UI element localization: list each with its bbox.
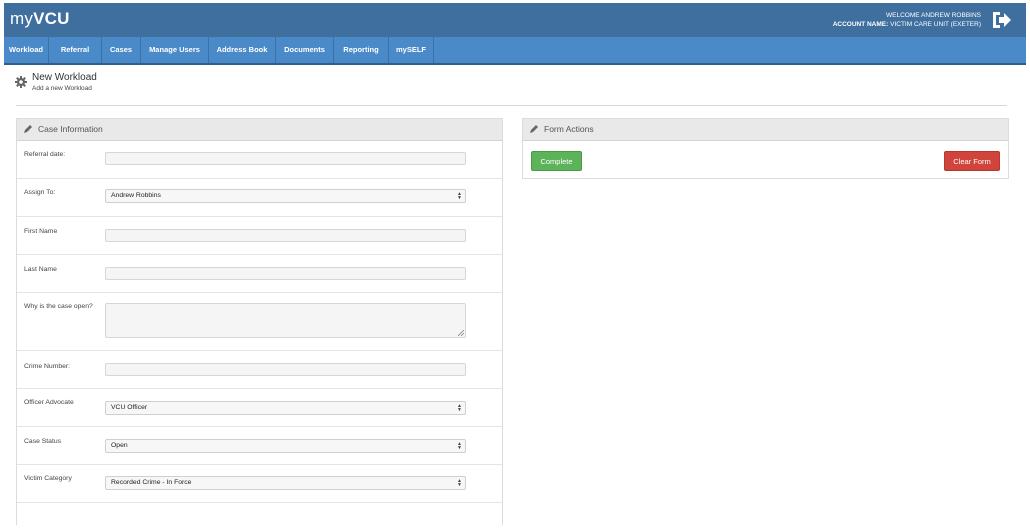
form-row-crime-number: Crime Number:	[17, 351, 502, 389]
referral-date-input[interactable]	[105, 152, 466, 165]
form-row-victim-category: Victim Category Recorded Crime - In Forc…	[17, 465, 502, 503]
referral-date-label: Referral date:	[24, 151, 66, 158]
account-label: ACCOUNT NAME:	[832, 21, 889, 28]
assign-to-label: Assign To:	[24, 189, 56, 196]
first-name-input[interactable]	[105, 229, 466, 242]
welcome-block: WELCOME ANDREW ROBBINS ACCOUNT NAME: VIC…	[833, 11, 981, 29]
pencil-icon	[530, 125, 538, 133]
first-name-label: First Name	[24, 228, 58, 235]
account-line: ACCOUNT NAME: VICTIM CARE UNIT (EXETER)	[833, 20, 981, 29]
form-actions-panel: Form Actions Complete Clear Form	[522, 118, 1009, 179]
nav-item-manage-users[interactable]: Manage Users	[141, 37, 209, 63]
nav-item-documents[interactable]: Documents	[276, 37, 334, 63]
form-actions-header: Form Actions	[523, 119, 1008, 141]
resize-grip-icon[interactable]	[458, 330, 464, 336]
nav-item-myself[interactable]: mySELF	[389, 37, 434, 63]
main-nav: Workload Referral Cases Manage Users Add…	[4, 37, 1026, 65]
case-status-label: Case Status	[24, 438, 62, 445]
logout-icon[interactable]	[990, 10, 1012, 30]
nav-item-referral[interactable]: Referral	[49, 37, 102, 63]
last-name-label: Last Name	[24, 266, 57, 273]
case-information-title: Case Information	[38, 124, 103, 134]
form-row-assign-to: Assign To: Andrew Robbins ▲ ▼	[17, 179, 502, 217]
select-arrows-icon: ▲ ▼	[457, 478, 462, 488]
case-information-header: Case Information	[17, 119, 502, 141]
case-status-select[interactable]: Open ▲ ▼	[105, 439, 466, 453]
form-row-case-status: Case Status Open ▲ ▼	[17, 427, 502, 465]
nav-item-address-book[interactable]: Address Book	[209, 37, 276, 63]
case-status-value: Open	[111, 442, 128, 449]
select-arrows-icon: ▲ ▼	[457, 191, 462, 201]
assign-to-value: Andrew Robbins	[111, 192, 161, 199]
nav-item-cases[interactable]: Cases	[102, 37, 141, 63]
nav-item-reporting[interactable]: Reporting	[334, 37, 389, 63]
crime-number-label: Crime Number:	[24, 363, 71, 370]
crime-number-input[interactable]	[105, 363, 466, 376]
logo-bold: VCU	[33, 9, 70, 28]
welcome-text: WELCOME ANDREW ROBBINS	[886, 12, 981, 19]
select-arrows-icon: ▲ ▼	[457, 403, 462, 413]
officer-advocate-label: Officer Advocate	[24, 399, 74, 406]
page-title: New Workload	[32, 72, 97, 83]
last-name-input[interactable]	[105, 267, 466, 280]
why-open-textarea[interactable]	[105, 303, 466, 338]
app-logo[interactable]: myVCU	[10, 9, 70, 29]
logo-prefix: my	[10, 9, 34, 28]
account-value: VICTIM CARE UNIT (EXETER)	[890, 21, 981, 28]
form-actions-title: Form Actions	[544, 124, 594, 134]
assign-to-select[interactable]: Andrew Robbins ▲ ▼	[105, 189, 466, 203]
victim-category-value: Recorded Crime - In Force	[111, 479, 192, 486]
form-row-last-name: Last Name	[17, 255, 502, 293]
header-divider	[16, 105, 1007, 106]
app-window: myVCU WELCOME ANDREW ROBBINS ACCOUNT NAM…	[4, 3, 1026, 525]
page-subtitle: Add a new Workload	[32, 85, 92, 92]
why-open-label: Why is the case open?	[24, 303, 93, 310]
gear-icon	[15, 76, 27, 88]
victim-category-label: Victim Category	[24, 475, 72, 482]
officer-advocate-value: VCU Officer	[111, 404, 148, 411]
pencil-icon	[24, 125, 32, 133]
complete-button[interactable]: Complete	[531, 151, 582, 171]
form-row-first-name: First Name	[17, 217, 502, 255]
nav-item-workload[interactable]: Workload	[4, 37, 49, 63]
form-row-officer-advocate: Officer Advocate VCU Officer ▲ ▼	[17, 389, 502, 427]
form-row-referral-date: Referral date:	[17, 141, 502, 179]
victim-category-select[interactable]: Recorded Crime - In Force ▲ ▼	[105, 476, 466, 490]
clear-form-button[interactable]: Clear Form	[944, 151, 1000, 171]
top-header: myVCU WELCOME ANDREW ROBBINS ACCOUNT NAM…	[4, 3, 1026, 37]
officer-advocate-select[interactable]: VCU Officer ▲ ▼	[105, 401, 466, 415]
form-row-why-open: Why is the case open?	[17, 293, 502, 351]
select-arrows-icon: ▲ ▼	[457, 441, 462, 451]
case-information-panel: Case Information Referral date: Assign T…	[16, 118, 503, 525]
